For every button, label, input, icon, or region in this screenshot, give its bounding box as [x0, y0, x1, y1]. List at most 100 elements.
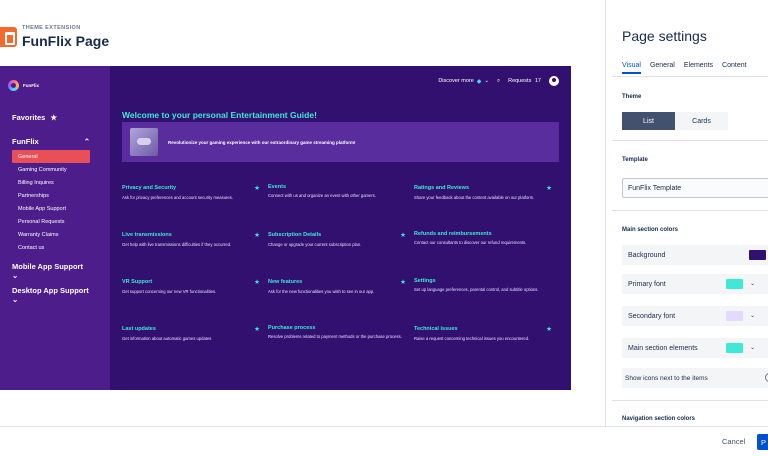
avatar[interactable] [549, 76, 559, 86]
card-title: Subscription Details [268, 232, 322, 238]
nav-colors-label: Navigation section colors [622, 416, 696, 422]
request-card[interactable]: Refunds and reimbursements Contact our c… [414, 231, 560, 278]
show-icons-toggle-row: Show icons next to the items [622, 368, 768, 388]
nav-item-billing-inquires[interactable]: Billing Inquires [12, 176, 90, 189]
tab-content[interactable]: Content [722, 62, 747, 74]
search-icon[interactable]: ⌕ [497, 78, 500, 85]
requests-label: Requests [508, 78, 532, 84]
template-divider [612, 210, 768, 211]
nav-subitems: General Gaming Community Billing Inquire… [0, 150, 110, 254]
star-icon[interactable]: ★ [400, 231, 406, 239]
card-title: Purchase process [268, 325, 316, 331]
request-card[interactable]: Technical issues ★ Raise a request concer… [414, 325, 560, 372]
colors-divider [612, 400, 768, 401]
card-title: Last updates [122, 326, 156, 332]
nav-section-funflix[interactable]: FunFlix ⌃ [0, 134, 110, 148]
color-label: Background [628, 251, 666, 259]
primary-button[interactable]: P [757, 434, 768, 450]
nav-section-mobile-app-support[interactable]: Mobile App Support ⌄ [0, 262, 110, 280]
page-preview: FunFlix Favorites ★ FunFlix ⌃ General Ga… [0, 66, 571, 390]
requests-count: 17 [534, 78, 541, 84]
star-icon[interactable]: ★ [546, 184, 552, 192]
request-card[interactable]: Events Connect with us and organize an e… [268, 184, 414, 231]
request-card[interactable]: Purchase process Resolve problems relate… [268, 325, 414, 372]
nav-item-contact-us[interactable]: Contact us [12, 241, 90, 254]
color-row-main-section-elements: Main section elements ⌄ [622, 338, 768, 358]
chevron-down-icon[interactable]: ⌄ [750, 312, 755, 319]
nav-favorites[interactable]: Favorites ★ [0, 110, 110, 124]
secondary-font-color-swatch[interactable] [726, 311, 743, 321]
promo-banner: Revolutionize your gaming experience wit… [122, 122, 559, 162]
star-icon[interactable]: ★ [546, 325, 552, 333]
color-row-secondary-font: Secondary font ⌄ [622, 306, 768, 326]
theme-toggle: List Cards [622, 112, 728, 130]
chevron-down-icon: ⌄ [484, 78, 489, 84]
card-title: Settings [414, 278, 436, 284]
card-description: Get support concerning our new VR functi… [122, 289, 217, 294]
theme-cards-button[interactable]: Cards [675, 112, 728, 130]
requests-link[interactable]: Requests 17 [508, 78, 541, 84]
card-description: Contact our consultants to discover our … [414, 240, 527, 245]
primary-font-color-swatch[interactable] [726, 279, 743, 289]
request-card[interactable]: Live transmissions ★ Get help with live t… [122, 231, 268, 278]
card-title: Privacy and Security [122, 185, 177, 191]
tab-general[interactable]: General [650, 62, 675, 74]
chevron-down-icon: ⌄ [12, 295, 19, 304]
preview-brand[interactable]: FunFlix [8, 80, 39, 91]
tab-visual[interactable]: Visual [622, 62, 641, 74]
nav-item-warranty-claims[interactable]: Warranty Claims [12, 228, 90, 241]
chevron-down-icon: ⌄ [12, 271, 19, 280]
template-select[interactable]: FunFlix Template [622, 178, 768, 198]
main-colors-label: Main section colors [622, 227, 679, 233]
card-title: Events [268, 184, 287, 190]
theme-list-button[interactable]: List [622, 112, 675, 130]
star-icon[interactable]: ★ [254, 278, 260, 286]
card-description: Share your feedback about the content av… [414, 195, 535, 200]
welcome-heading: Welcome to your personal Entertainment G… [122, 110, 317, 120]
template-label: Template [622, 157, 648, 163]
nav-item-partnerships[interactable]: Partnerships [12, 189, 90, 202]
nav-item-mobile-app-support[interactable]: Mobile App Support [12, 202, 90, 215]
settings-panel: Page settings Visual General Elements Co… [605, 0, 768, 426]
gem-icon: ◆ [476, 78, 482, 85]
request-card[interactable]: New features ★ Ask for the new functional… [268, 278, 414, 325]
color-row-background: Background [622, 245, 768, 265]
banner-text: Revolutionize your gaming experience wit… [168, 139, 356, 145]
vr-headset-image [130, 128, 158, 156]
card-description: Get help with live transmissions difficu… [122, 242, 232, 247]
cancel-button[interactable]: Cancel [722, 437, 745, 446]
request-card[interactable]: Ratings and Reviews ★ Share your feedback… [414, 184, 560, 231]
preview-nav: Favorites ★ FunFlix ⌃ General Gaming Com… [0, 110, 110, 304]
card-description: Ask for the new functionalities you wish… [268, 289, 375, 294]
nav-item-general[interactable]: General [12, 150, 90, 163]
request-card[interactable]: Privacy and Security ★ Ask for privacy pr… [122, 184, 268, 231]
app-kicker: THEME EXTENSION [22, 25, 81, 31]
nav-item-personal-requests[interactable]: Personal Requests [12, 215, 90, 228]
nav-item-gaming-community[interactable]: Gaming Community [12, 163, 90, 176]
request-card[interactable]: VR Support ★ Get support concerning our n… [122, 278, 268, 325]
chevron-down-icon[interactable]: ⌄ [750, 280, 755, 287]
request-card[interactable]: Last updates ★ Get information about auto… [122, 325, 268, 372]
main-elements-color-swatch[interactable] [726, 343, 743, 353]
star-icon[interactable]: ★ [400, 278, 406, 286]
request-card[interactable]: Subscription Details ★ Change or upgrade … [268, 231, 414, 278]
card-title: Ratings and Reviews [414, 185, 470, 191]
settings-tabs: Visual General Elements Content [622, 62, 747, 74]
color-label: Secondary font [628, 312, 676, 320]
card-description: Change or upgrade your current subscript… [268, 242, 362, 247]
star-icon[interactable]: ★ [254, 184, 260, 192]
star-icon[interactable]: ★ [254, 231, 260, 239]
discover-more-button[interactable]: Discover more ◆ ⌄ [438, 78, 489, 85]
background-color-swatch[interactable] [749, 250, 766, 260]
nav-section-label: FunFlix [12, 136, 39, 146]
chevron-down-icon[interactable]: ⌄ [750, 344, 755, 351]
app-header: THEME EXTENSION FunFlix Page [0, 0, 605, 56]
request-card[interactable]: Settings Set up language preferences, pa… [414, 278, 560, 325]
tab-elements[interactable]: Elements [684, 62, 713, 74]
toggle-label: Show icons next to the items [625, 374, 708, 382]
star-icon[interactable]: ★ [254, 325, 260, 333]
card-description: Raise a request concerning technical iss… [414, 336, 530, 341]
brand-logo-icon [8, 80, 19, 91]
discover-label: Discover more [438, 78, 474, 84]
nav-section-desktop-app-support[interactable]: Desktop App Support ⌄ [0, 286, 110, 304]
